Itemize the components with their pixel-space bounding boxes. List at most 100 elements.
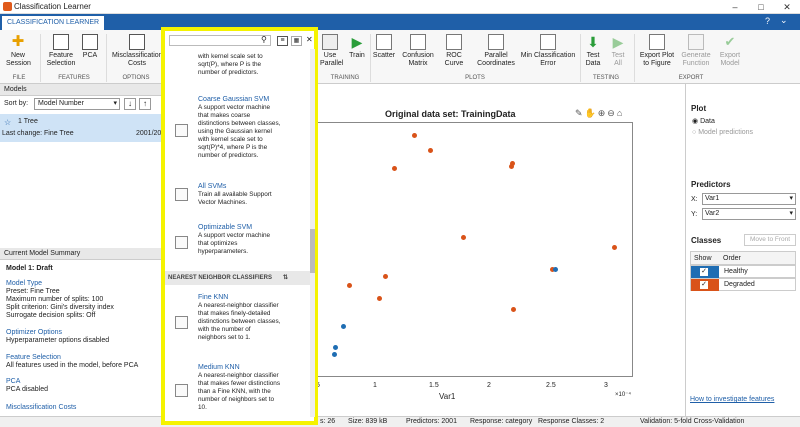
gallery-item-name: Medium KNN <box>198 364 240 371</box>
plot-heading: Plot <box>691 104 707 113</box>
sort-select-value: Model Number <box>38 100 84 107</box>
x-tick-label: 2 <box>487 382 491 389</box>
gallery-item-name: All SVMs <box>198 183 227 190</box>
list-view-icon[interactable]: ≡ <box>277 36 288 46</box>
confusion-matrix-button[interactable]: Confusion Matrix <box>400 34 436 68</box>
investigate-features-link[interactable]: How to investigate features <box>690 396 774 403</box>
y-predictor-value: Var2 <box>705 210 720 217</box>
generate-function-button[interactable]: Generate Function <box>680 34 712 68</box>
chevron-down-icon: ▾ <box>789 195 793 202</box>
roc-icon <box>446 34 462 50</box>
sort-descending-button[interactable]: ↓ <box>124 98 136 110</box>
model-type-heading: Model Type <box>6 280 43 287</box>
status-bar: s: 26 Size: 839 kB Predictors: 2001 Resp… <box>0 416 800 426</box>
sort-select[interactable]: Model Number ▾ <box>34 98 120 110</box>
chevron-down-icon: ▾ <box>113 100 117 107</box>
model-predictions-label: Model predictions <box>698 129 754 136</box>
min-classification-error-label: Min Classification Error <box>520 52 576 67</box>
model-last-change: Last change: Fine Tree <box>2 130 74 137</box>
scatter-point <box>461 235 466 240</box>
scatter-axes[interactable] <box>316 122 633 377</box>
tab-classification-learner[interactable]: CLASSIFICATION LEARNER <box>2 16 105 30</box>
scatter-point <box>428 148 433 153</box>
sort-label: Sort by: <box>4 100 29 107</box>
export-plot-button[interactable]: Export Plot to Figure <box>638 34 676 68</box>
chevron-down-icon[interactable]: ⌄ <box>780 15 788 26</box>
use-parallel-button[interactable]: Use Parallel <box>320 34 343 68</box>
section-options: OPTIONS <box>122 75 150 81</box>
feature-selection-label: Feature Selection <box>46 52 76 67</box>
checkbox-checked-icon[interactable]: ✓ <box>700 268 708 276</box>
model-name: 1 Tree <box>18 118 38 125</box>
summary-line: Maximum number of splits: 100 <box>6 296 104 303</box>
costs-icon <box>129 34 145 50</box>
scatter-point <box>333 345 338 350</box>
scatter-button[interactable]: Scatter <box>372 34 396 60</box>
train-button[interactable]: ▶ Train <box>346 34 368 60</box>
ribbon-divider <box>106 34 107 82</box>
export-plot-icon <box>649 34 665 50</box>
gallery-search-input[interactable] <box>169 35 271 46</box>
close-gallery-icon[interactable]: ✕ <box>306 35 313 44</box>
radio-selected-icon: ◉ <box>692 118 699 125</box>
class-healthy-label: Healthy <box>724 268 748 275</box>
gallery-item-optimizable-svm[interactable]: Optimizable SVM A support vector machine… <box>175 224 305 260</box>
new-session-button[interactable]: ✚ New Session <box>6 34 31 68</box>
test-all-icon: ▶ <box>612 34 624 50</box>
predictors-heading: Predictors <box>691 180 731 189</box>
gallery-item-fine-knn[interactable]: Fine KNN A nearest-neighbor classifier t… <box>175 294 305 354</box>
gallery-item-medium-knn[interactable]: Medium KNN A nearest-neighbor classifier… <box>175 364 305 420</box>
app-logo-icon <box>3 2 12 11</box>
sort-ascending-button[interactable]: ↑ <box>139 98 151 110</box>
train-label: Train <box>349 52 365 59</box>
section-features: FEATURES <box>58 75 90 81</box>
all-svms-icon <box>175 188 188 201</box>
gallery-item-description: Train all available Support Vector Machi… <box>198 191 272 206</box>
ribbon-divider <box>370 34 371 82</box>
close-icon[interactable]: ✕ <box>774 0 800 14</box>
test-all-button[interactable]: ▶ Test All <box>608 34 628 68</box>
class-row-healthy[interactable]: ✓ Healthy <box>690 265 796 278</box>
error-plot-icon <box>540 34 556 50</box>
axes-toolbar[interactable]: ✎✋⊕⊖⌂ <box>575 108 624 119</box>
checkbox-checked-icon[interactable]: ✓ <box>700 281 708 289</box>
section-file: FILE <box>12 75 26 81</box>
misclassification-costs-button[interactable]: Misclassification Costs <box>112 34 163 68</box>
export-model-button[interactable]: ✔ Export Model <box>716 34 744 68</box>
parallel-coordinates-button[interactable]: Parallel Coordinates <box>476 34 516 68</box>
maximize-icon[interactable]: □ <box>748 0 774 14</box>
move-to-front-button[interactable]: Move to Front <box>744 234 796 246</box>
collapse-icon[interactable]: ⇅ <box>283 271 288 285</box>
roc-curve-button[interactable]: ROC Curve <box>440 34 468 68</box>
model-predictions-radio[interactable]: ○ Model predictions <box>692 129 753 136</box>
y-predictor-select[interactable]: Var2 ▾ <box>702 208 796 220</box>
roc-curve-label: ROC Curve <box>444 52 464 67</box>
gallery-item-coarse-gaussian-svm[interactable]: Coarse Gaussian SVM A support vector mac… <box>175 96 305 181</box>
ribbon-toolstrip: ✚ New Session Feature Selection PCA Misc… <box>0 30 800 84</box>
optimizer-options-heading: Optimizer Options <box>6 329 63 336</box>
grid-view-icon[interactable]: ▦ <box>291 36 302 46</box>
data-radio[interactable]: ◉ Data <box>692 117 715 125</box>
model-list-item[interactable]: ☆ 1 Tree Last change: Fine Tree 2001/20 <box>0 114 163 142</box>
scatter-point <box>509 164 514 169</box>
scatter-label: Scatter <box>372 52 396 59</box>
x-tick-label: 2.5 <box>546 382 556 389</box>
scatter-point <box>392 166 397 171</box>
scatter-point <box>347 283 352 288</box>
data-radio-label: Data <box>700 118 715 125</box>
scatter-point <box>332 352 337 357</box>
gallery-item-all-svms[interactable]: All SVMs Train all available Support Vec… <box>175 183 305 213</box>
scatter-point <box>377 296 382 301</box>
x-predictor-select[interactable]: Var1 ▾ <box>702 193 796 205</box>
help-icon[interactable]: ? <box>765 16 770 26</box>
title-bar: Classification Learner – □ ✕ <box>0 0 800 14</box>
test-data-button[interactable]: ⬇ Test Data <box>582 34 604 68</box>
model-gallery-dropdown: ⚲ ≡ ▦ ✕ with kernel scale set to sqrt(P)… <box>161 27 318 425</box>
class-row-degraded[interactable]: ✓ Degraded <box>690 278 796 291</box>
feature-selection-button[interactable]: Feature Selection <box>46 34 76 68</box>
pca-button[interactable]: PCA <box>80 34 100 60</box>
export-model-label: Export Model <box>719 52 741 67</box>
minimize-icon[interactable]: – <box>722 0 748 14</box>
min-classification-error-button[interactable]: Min Classification Error <box>518 34 578 68</box>
section-export: EXPORT <box>678 75 704 81</box>
